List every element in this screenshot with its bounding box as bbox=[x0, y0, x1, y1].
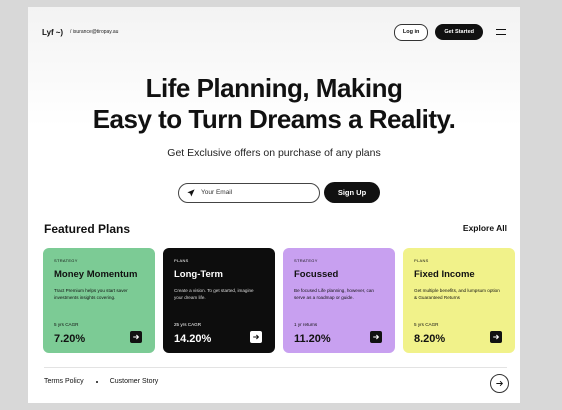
card-return-value: 11.20% bbox=[294, 333, 331, 345]
top-navbar: Lyf ~) / isurance@tiropay.au Log in Get … bbox=[42, 23, 506, 41]
arrow-right-icon[interactable] bbox=[370, 331, 382, 343]
card-description: Create a vision. To get started, imagine… bbox=[174, 288, 254, 300]
card-description: Get multiple benefits, and lumpsum optio… bbox=[414, 288, 500, 300]
hero-subtitle: Get Exclusive offers on purchase of any … bbox=[167, 147, 381, 159]
headline-line-1: Life Planning, Making bbox=[145, 73, 403, 103]
card-cagr-label: 1 yr returns bbox=[294, 322, 318, 327]
email-input[interactable]: Your Email bbox=[178, 182, 320, 203]
featured-plans-title: Featured Plans bbox=[44, 222, 131, 236]
card-tag: PLANS bbox=[174, 258, 189, 263]
terms-policy-link[interactable]: Terms Policy bbox=[44, 378, 84, 385]
card-return-value: 8.20% bbox=[414, 333, 446, 345]
page-frame: Lyf ~) / isurance@tiropay.au Log in Get … bbox=[28, 7, 520, 403]
logo-text: Lyf bbox=[42, 27, 54, 37]
card-name: Focussed bbox=[294, 269, 339, 280]
card-name: Money Momentum bbox=[54, 269, 138, 280]
get-started-button[interactable]: Get Started bbox=[435, 24, 483, 40]
card-tag: STRATEGY bbox=[54, 258, 78, 263]
card-name: Long-Term bbox=[174, 269, 223, 280]
circle-arrow-right-icon[interactable] bbox=[490, 374, 509, 393]
card-description: Be focused Life planning, however, can s… bbox=[294, 288, 374, 300]
arrow-right-icon[interactable] bbox=[490, 331, 502, 343]
hero-section: Life Planning, Making Easy to Turn Dream… bbox=[28, 73, 520, 135]
card-description: Tract Premium helps you start saver inve… bbox=[54, 288, 128, 300]
paper-plane-icon bbox=[187, 188, 195, 196]
card-return-value: 7.20% bbox=[54, 333, 86, 345]
customer-story-link[interactable]: Customer Story bbox=[110, 378, 159, 385]
card-tag: PLANS bbox=[414, 258, 429, 263]
plan-card-focussed[interactable]: STRATEGY Focussed Be focused Life planni… bbox=[283, 248, 395, 353]
contact-email[interactable]: / isurance@tiropay.au bbox=[70, 29, 118, 35]
arrow-right-icon[interactable] bbox=[130, 331, 142, 343]
login-button[interactable]: Log in bbox=[393, 23, 429, 41]
brand-logo[interactable]: Lyf ~) bbox=[42, 28, 63, 37]
footer-separator-dot bbox=[95, 380, 98, 383]
plan-card-fixed-income[interactable]: PLANS Fixed Income Get multiple benefits… bbox=[403, 248, 515, 353]
hamburger-menu-icon[interactable] bbox=[496, 29, 506, 35]
card-tag: STRATEGY bbox=[294, 258, 318, 263]
headline-line-2: Easy to Turn Dreams a Reality. bbox=[92, 104, 456, 134]
card-name: Fixed Income bbox=[414, 269, 475, 280]
card-cagr-label: 25 yrs CAGR bbox=[174, 322, 202, 327]
footer-links: Terms Policy Customer Story bbox=[44, 378, 158, 385]
card-cagr-label: 5 yrs CAGR bbox=[414, 322, 439, 327]
signup-button[interactable]: Sign Up bbox=[324, 182, 380, 203]
footer-divider bbox=[44, 367, 507, 368]
hero-headline: Life Planning, Making Easy to Turn Dream… bbox=[28, 73, 520, 135]
arrow-right-icon[interactable] bbox=[250, 331, 262, 343]
card-cagr-label: 5 yrs CAGR bbox=[54, 322, 79, 327]
navbar-actions: Log in Get Started bbox=[393, 23, 506, 41]
card-return-value: 14.20% bbox=[174, 333, 212, 345]
logo-mark: ~) bbox=[55, 27, 64, 37]
explore-all-link[interactable]: Explore All bbox=[463, 223, 507, 233]
email-placeholder: Your Email bbox=[201, 189, 233, 196]
plan-card-long-term[interactable]: PLANS Long-Term Create a vision. To get … bbox=[163, 248, 275, 353]
plan-card-money-momentum[interactable]: STRATEGY Money Momentum Tract Premium he… bbox=[43, 248, 155, 353]
signup-form: Your Email Sign Up bbox=[178, 182, 380, 203]
